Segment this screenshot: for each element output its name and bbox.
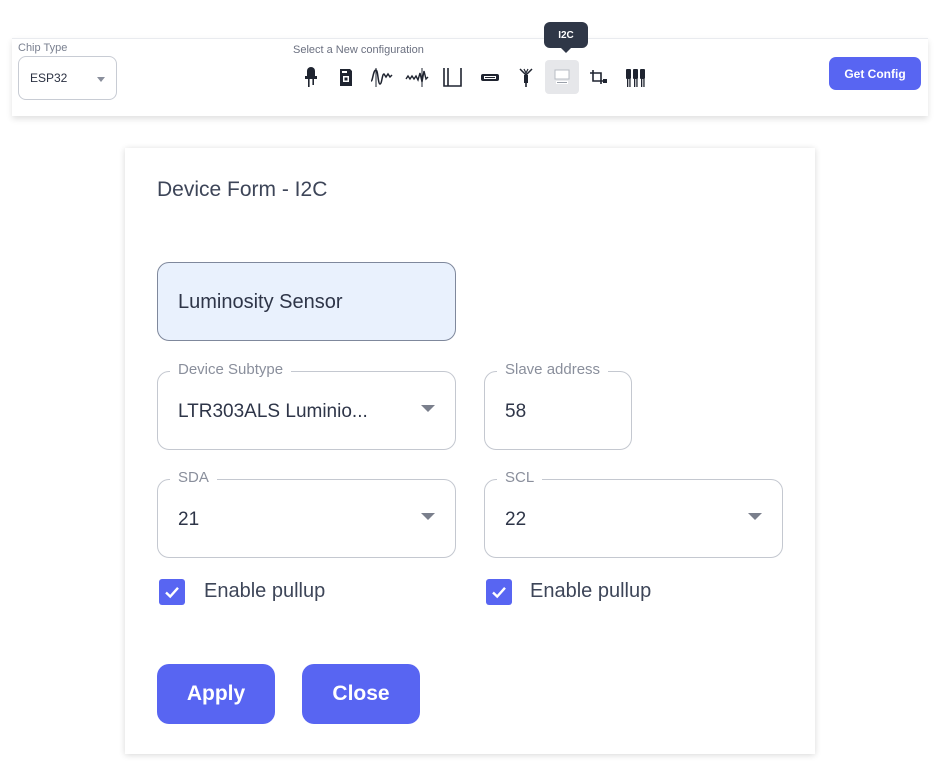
led-icon: [305, 67, 317, 87]
sda-value: 21: [178, 509, 200, 530]
scl-pullup-label: Enable pullup: [530, 580, 652, 602]
sda-pullup-label: Enable pullup: [204, 580, 326, 602]
chip-type-value: ESP32: [30, 71, 68, 85]
config-toolbar: Chip Type ESP32 Select a New configurati…: [12, 22, 928, 116]
chevron-down-icon: [748, 513, 762, 520]
slave-address-input[interactable]: Slave address 58: [484, 361, 632, 450]
multi-pin-button[interactable]: [618, 60, 652, 94]
relay-button[interactable]: [329, 60, 363, 94]
chevron-down-icon: [97, 77, 105, 82]
scl-select[interactable]: SCL 22: [484, 469, 783, 558]
digital-pulse-icon: [443, 68, 462, 87]
sda-pullup-checkbox[interactable]: [159, 579, 185, 605]
chip-type-label: Chip Type: [18, 42, 68, 54]
connection-icon: [590, 70, 607, 84]
digital-button[interactable]: [436, 60, 470, 94]
close-button[interactable]: Close: [302, 664, 420, 724]
display-icon: [481, 74, 499, 81]
form-title: Device Form - I2C: [157, 178, 328, 201]
scl-label: SCL: [497, 469, 543, 486]
relay-icon: [340, 69, 352, 86]
pwm-button[interactable]: [365, 60, 399, 94]
device-subtype-select[interactable]: Device Subtype LTR303ALS Luminio...: [157, 361, 456, 450]
sda-label: SDA: [170, 469, 217, 486]
analog-wave-icon: [405, 68, 429, 87]
device-subtype-value: LTR303ALS Luminio...: [178, 401, 368, 422]
apply-button[interactable]: Apply: [157, 664, 275, 724]
slave-address-value: 58: [505, 401, 527, 422]
device-name-input[interactable]: Luminosity Sensor: [157, 262, 456, 341]
checkmark-icon: [165, 586, 179, 599]
chip-type-select[interactable]: ESP32: [18, 56, 117, 100]
new-configuration-label: Select a New configuration: [293, 44, 424, 56]
i2c-chip-icon: [554, 69, 570, 84]
chevron-down-icon: [421, 405, 435, 412]
slave-address-label: Slave address: [497, 361, 609, 378]
get-config-button[interactable]: Get Config: [829, 57, 921, 90]
connection-button[interactable]: [582, 60, 616, 94]
pwm-wave-icon: [370, 68, 393, 87]
checkmark-icon: [492, 586, 506, 599]
chevron-down-icon: [421, 513, 435, 520]
analog-button[interactable]: [400, 60, 434, 94]
display-button[interactable]: [473, 60, 507, 94]
scl-value: 22: [505, 509, 527, 530]
device-form-card: Device Form - I2C Luminosity Sensor Devi…: [125, 148, 815, 754]
multi-pin-icon: [626, 69, 645, 87]
i2c-button[interactable]: [545, 60, 579, 94]
antenna-button[interactable]: [509, 60, 543, 94]
antenna-icon: [519, 68, 533, 87]
scl-pullup-checkbox[interactable]: [486, 579, 512, 605]
led-button[interactable]: [294, 60, 328, 94]
device-subtype-label: Device Subtype: [170, 361, 292, 378]
i2c-tooltip: I2C: [544, 22, 588, 53]
sda-select[interactable]: SDA 21: [157, 469, 456, 558]
device-name-value: Luminosity Sensor: [178, 291, 343, 313]
